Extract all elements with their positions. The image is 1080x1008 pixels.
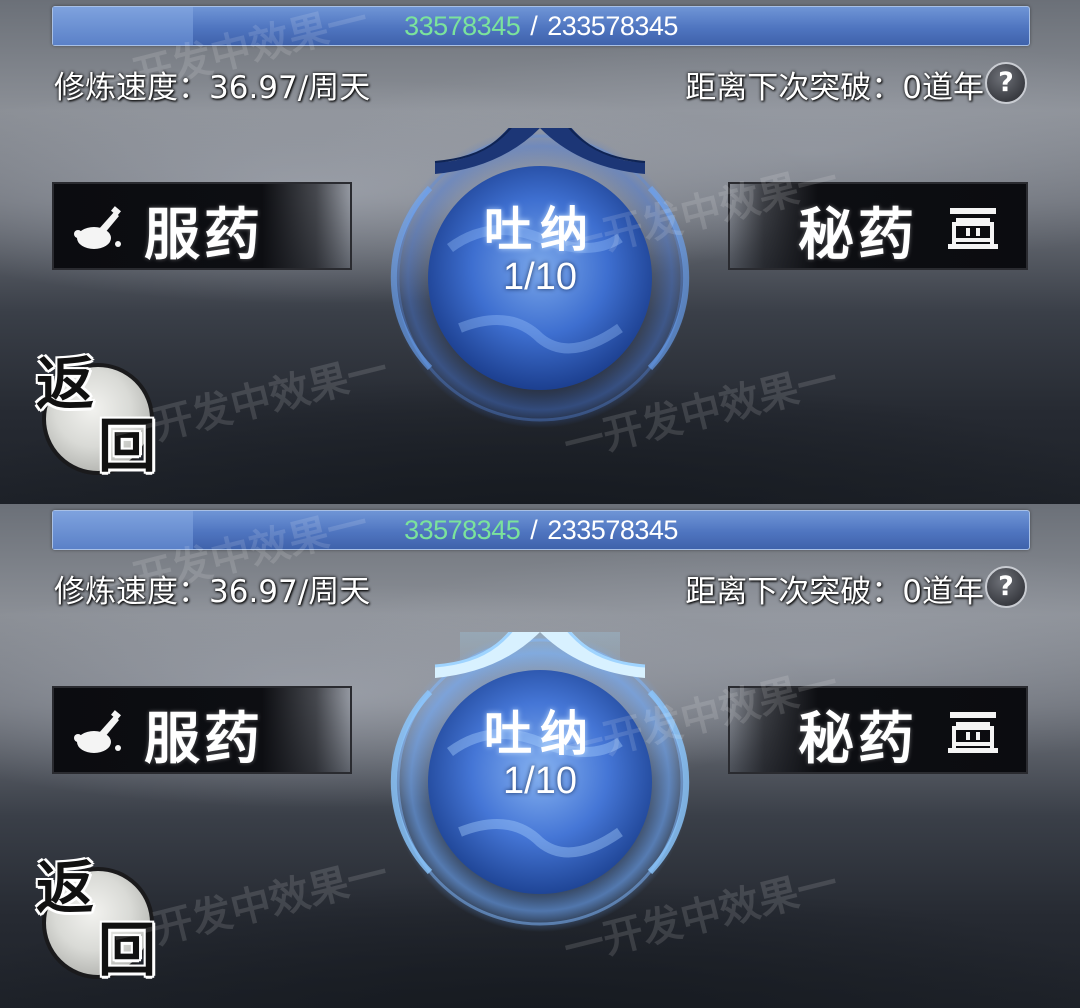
cultivation-panel-highlighted: 33578345 / 233578345 修炼速度：36.97/周天 距离下次突… — [0, 504, 1080, 1008]
progress-current: 33578345 — [404, 10, 521, 41]
orb-title: 吐纳 — [483, 706, 596, 762]
take-medicine-button[interactable]: 服药 — [52, 182, 352, 270]
gourd-pill-icon — [74, 710, 121, 753]
back-button[interactable]: 返 回 — [36, 859, 162, 985]
cultivation-progress-bar: 33578345 / 233578345 — [52, 6, 1030, 46]
secret-medicine-button[interactable]: 秘药 — [728, 686, 1028, 774]
back-char-1: 返 — [36, 854, 95, 922]
progress-separator: / — [530, 10, 538, 41]
cultivation-speed: 修炼速度：36.97/周天 — [54, 70, 371, 106]
cultivation-speed: 修炼速度：36.97/周天 — [54, 574, 371, 610]
orb-count: 1/10 — [503, 760, 577, 802]
cultivation-progress-bar: 33578345 / 233578345 — [52, 510, 1030, 550]
back-char-2: 回 — [98, 412, 157, 480]
secret-medicine-label: 秘药 — [798, 202, 918, 268]
gourd-pill-icon — [74, 206, 121, 249]
orb-count: 1/10 — [503, 256, 577, 298]
progress-current: 33578345 — [404, 514, 521, 545]
take-medicine-button[interactable]: 服药 — [52, 686, 352, 774]
secret-medicine-button[interactable]: 秘药 — [728, 182, 1028, 270]
breathing-orb-button[interactable]: 吐纳 1/10 — [390, 632, 690, 932]
cauldron-icon — [948, 208, 998, 249]
take-medicine-label: 服药 — [144, 202, 264, 268]
progress-max: 233578345 — [547, 514, 678, 545]
breakthrough-countdown: 距离下次突破：0道年 — [685, 70, 984, 106]
progress-separator: / — [530, 514, 538, 545]
take-medicine-label: 服药 — [144, 706, 264, 772]
help-icon[interactable]: ? — [985, 62, 1027, 104]
back-char-1: 返 — [36, 350, 95, 418]
cauldron-icon — [948, 712, 998, 753]
cultivation-panel-normal: 33578345 / 233578345 修炼速度：36.97/周天 距离下次突… — [0, 0, 1080, 504]
back-button[interactable]: 返 回 — [36, 355, 162, 481]
breathing-orb-button[interactable]: 吐纳 1/10 — [390, 128, 690, 428]
orb-title: 吐纳 — [483, 202, 596, 258]
help-icon[interactable]: ? — [985, 566, 1027, 608]
secret-medicine-label: 秘药 — [798, 706, 918, 772]
breakthrough-countdown: 距离下次突破：0道年 — [685, 574, 984, 610]
back-char-2: 回 — [98, 916, 157, 984]
progress-max: 233578345 — [547, 10, 678, 41]
